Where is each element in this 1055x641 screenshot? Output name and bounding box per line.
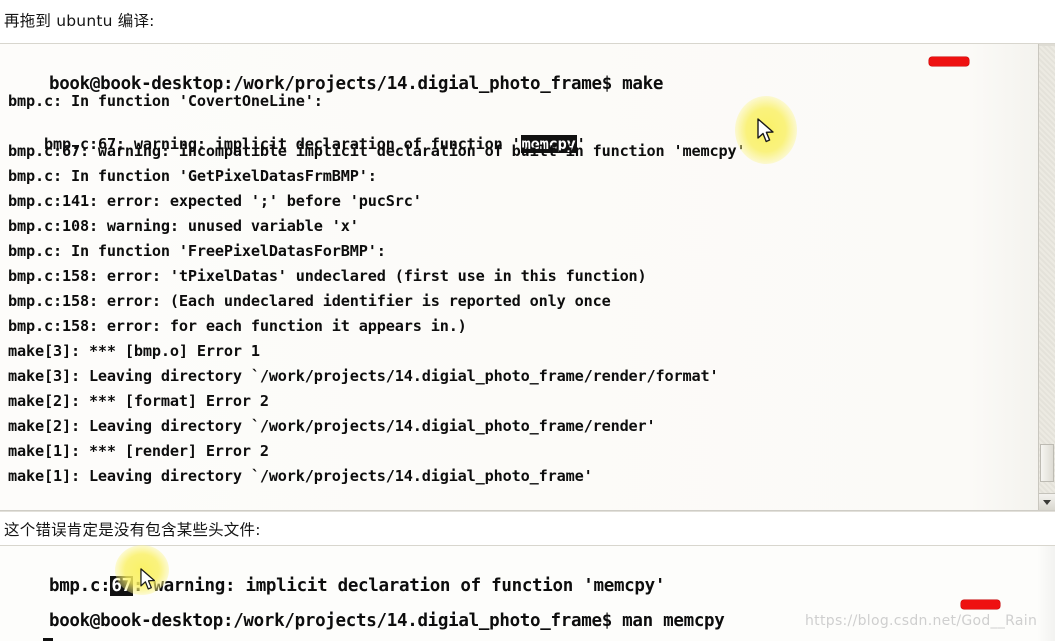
output-line: bmp.c: In function 'FreePixelDatasForBMP… [8,242,386,260]
output-line: bmp.c: In function 'CovertOneLine': [8,92,323,110]
output-line: bmp.c:158: error: for each function it a… [8,317,467,335]
red-annotation-dash-man [961,600,1000,609]
output-line: bmp.c:141: error: expected ';' before 'p… [8,192,422,210]
panel-seam-middle [0,510,1055,512]
output-line: bmp.c:158: error: (Each undeclared ident… [8,292,611,310]
chevron-down-icon [1043,499,1051,505]
command-make: make [622,74,664,94]
scrollbar-down-arrow-icon[interactable] [1039,493,1055,510]
prompt-text: book@book-desktop:/work/projects/14.digi… [48,611,623,631]
output-line: make[3]: Leaving directory `/work/projec… [8,367,719,385]
terminal-second-caret-line [8,620,54,641]
vertical-scrollbar[interactable] [1038,44,1055,510]
red-annotation-dash-make [929,57,969,66]
terminal-prompt-man-line: book@book-desktop:/work/projects/14.digi… [8,591,725,641]
scrollbar-thumb[interactable] [1040,444,1054,482]
output-line: bmp.c:108: warning: unused variable 'x' [8,217,359,235]
note-text-top: 再拖到 ubuntu 编译: [4,12,155,30]
output-line: bmp.c: In function 'GetPixelDatasFrmBMP'… [8,167,377,185]
output-line: make[3]: *** [bmp.o] Error 1 [8,342,260,360]
scrollbar-track[interactable] [1039,44,1055,493]
output-line: bmp.c:158: error: 'tPixelDatas' undeclar… [8,267,647,285]
output-line: make[2]: *** [format] Error 2 [8,392,269,410]
prompt-text: book@book-desktop:/work/projects/14.digi… [48,74,623,94]
terminal-output-panel[interactable]: book@book-desktop:/work/projects/14.digi… [0,44,1055,511]
panel-edge-shadow [1037,546,1055,641]
output-line: make[2]: Leaving directory `/work/projec… [8,417,656,435]
output-line: bmp.c:67: warning: incompatible implicit… [8,142,746,160]
scrollbar-top-cap [1039,44,1055,46]
note-text-middle: 这个错误肯定是没有包含某些头文件: [4,521,261,539]
terminal-final-prompt-line: book@book-desktop:/work/projects/14.digi… [8,492,558,510]
output-line: make[1]: *** [render] Error 2 [8,442,269,460]
output-line: make[1]: Leaving directory `/work/projec… [8,467,593,485]
command-man-memcpy: man memcpy [622,611,725,631]
watermark-text: https://blog.csdn.net/God__Rain [805,613,1038,629]
